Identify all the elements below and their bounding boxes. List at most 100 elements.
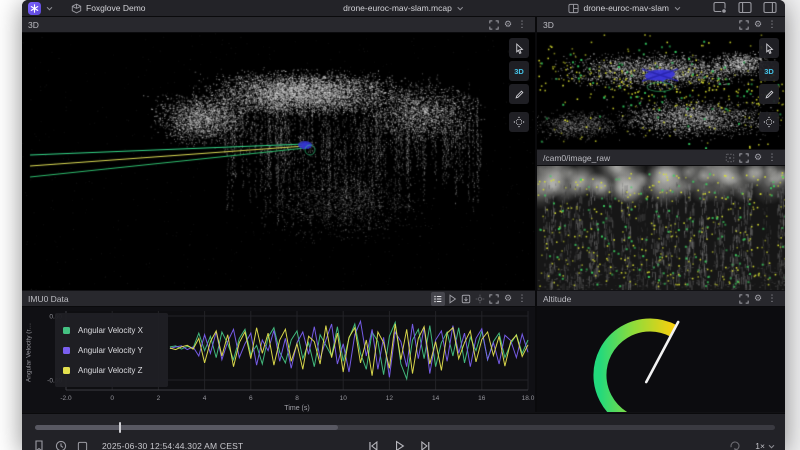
sync-view-button[interactable]	[473, 292, 487, 306]
measure-tool-button[interactable]	[509, 84, 529, 104]
pencil-icon	[764, 89, 775, 100]
fullscreen-button[interactable]	[737, 151, 751, 165]
main-3d-viewport[interactable]: 3D	[22, 33, 535, 290]
svg-text:18.0: 18.0	[522, 395, 535, 402]
settings-gear-icon[interactable]: ⚙	[501, 18, 515, 32]
altitude-panel-header: Altitude ⚙ ⋮	[537, 291, 785, 307]
settings-gear-icon[interactable]: ⚙	[751, 18, 765, 32]
legend-swatch	[63, 327, 70, 334]
column-divider	[535, 17, 537, 412]
svg-text:12: 12	[386, 395, 394, 402]
kebab-menu-icon[interactable]: ⋮	[765, 292, 779, 306]
play-button[interactable]	[391, 438, 408, 450]
svg-text:8: 8	[295, 395, 299, 402]
data-source-selector[interactable]: drone-euroc-mav-slam.mcap	[343, 3, 464, 13]
pencil-icon	[514, 89, 525, 100]
playback-speed-select[interactable]: 1×	[755, 441, 775, 450]
workspace-selector[interactable]: Foxglove Demo	[66, 0, 151, 17]
camera-image-view[interactable]	[537, 166, 785, 290]
right-3d-viewport[interactable]: 3D	[537, 33, 785, 149]
export-image-button[interactable]	[459, 292, 473, 306]
svg-text:14: 14	[432, 395, 440, 402]
repeat-icon	[729, 440, 741, 450]
kebab-menu-icon[interactable]: ⋮	[515, 292, 529, 306]
point-cloud-canvas	[22, 33, 535, 290]
move-camera-icon	[763, 116, 775, 128]
kebab-menu-icon[interactable]: ⋮	[515, 18, 529, 32]
settings-gear-icon[interactable]: ⚙	[751, 151, 765, 165]
camera-image-canvas	[537, 166, 785, 290]
speed-value: 1×	[755, 441, 765, 450]
right-sidebar-toggle[interactable]	[763, 1, 777, 16]
select-tool-button[interactable]	[759, 38, 779, 58]
kebab-menu-icon[interactable]: ⋮	[765, 151, 779, 165]
seek-bar[interactable]	[35, 425, 775, 430]
svg-text:Time (s): Time (s)	[284, 405, 309, 412]
imu-plot-area[interactable]: -2.0024681012141618.00.60-0.60Time (s) A…	[22, 307, 535, 412]
fullscreen-button[interactable]	[487, 292, 501, 306]
legend-swatch	[63, 347, 70, 354]
app-bar: Foxglove Demo drone-euroc-mav-slam.mcap …	[22, 0, 785, 17]
camera-move-button[interactable]	[759, 112, 779, 132]
svg-text:6: 6	[249, 395, 253, 402]
cursor-icon	[764, 43, 775, 54]
panel-title: IMU0 Data	[28, 294, 69, 304]
legend-item[interactable]: Angular Velocity Y	[63, 340, 160, 360]
legend-label: Angular Velocity Y	[78, 346, 143, 355]
foxglove-logo[interactable]	[28, 2, 41, 15]
legend-toggle-button[interactable]	[431, 292, 445, 306]
panel-title: Altitude	[543, 294, 571, 304]
layout-selector[interactable]: drone-euroc-mav-slam	[568, 3, 682, 14]
current-timestamp: 2025-06-30 12:54:44.302 AM CEST	[102, 441, 243, 450]
seek-backward-button[interactable]	[365, 438, 382, 450]
layout-name: drone-euroc-mav-slam	[584, 3, 670, 13]
settings-gear-icon[interactable]: ⚙	[501, 292, 515, 306]
view-mode-toggle[interactable]: 3D	[759, 61, 779, 81]
chevron-down-icon	[46, 6, 53, 11]
kebab-menu-icon[interactable]: ⋮	[765, 18, 779, 32]
skip-back-icon	[367, 440, 379, 450]
add-panel-button[interactable]	[713, 1, 727, 16]
view-mode-toggle[interactable]: 3D	[509, 61, 529, 81]
svg-text:-2.0: -2.0	[60, 395, 72, 402]
svg-text:4: 4	[203, 395, 207, 402]
select-tool-button[interactable]	[509, 38, 529, 58]
app-menu-chevron[interactable]	[41, 0, 58, 17]
play-preview-button[interactable]	[445, 292, 459, 306]
legend-item[interactable]: Angular Velocity Z	[63, 360, 160, 380]
svg-text:2: 2	[157, 395, 161, 402]
loop-region-icon	[77, 441, 88, 450]
seek-forward-button[interactable]	[417, 438, 434, 450]
settings-gear-icon[interactable]: ⚙	[751, 292, 765, 306]
legend-label: Angular Velocity Z	[78, 366, 142, 375]
fullscreen-button[interactable]	[737, 292, 751, 306]
workspace-name: Foxglove Demo	[86, 3, 146, 13]
panel-title: /cam0/image_raw	[543, 153, 610, 163]
panel-title: 3D	[543, 20, 554, 30]
playhead-marker[interactable]	[119, 422, 121, 433]
repeat-button[interactable]	[726, 438, 743, 450]
skip-forward-icon	[419, 440, 431, 450]
seek-loaded-range	[35, 425, 338, 430]
fullscreen-button[interactable]	[737, 18, 751, 32]
time-settings-button[interactable]	[52, 438, 69, 450]
desktop-background: Foxglove Demo drone-euroc-mav-slam.mcap …	[0, 0, 800, 450]
create-event-button[interactable]	[30, 438, 47, 450]
play-icon	[393, 440, 405, 450]
left-sidebar-toggle[interactable]	[738, 1, 752, 16]
chevron-down-icon	[768, 444, 775, 449]
loop-region-button[interactable]	[74, 438, 91, 450]
legend-item[interactable]: Angular Velocity X	[63, 320, 160, 340]
chevron-down-icon	[674, 6, 681, 11]
chevron-down-icon	[457, 6, 464, 11]
svg-text:10: 10	[340, 395, 348, 402]
measure-tool-button[interactable]	[759, 84, 779, 104]
fullscreen-button[interactable]	[487, 18, 501, 32]
panel-title: 3D	[28, 20, 39, 30]
bookmark-icon	[34, 440, 44, 450]
foxglove-window: Foxglove Demo drone-euroc-mav-slam.mcap …	[22, 0, 785, 450]
imu-panel-header: IMU0 Data ⚙ ⋮	[22, 291, 535, 307]
camera-move-button[interactable]	[509, 112, 529, 132]
image-fit-button[interactable]	[723, 151, 737, 165]
right-3d-panel-header: 3D ⚙ ⋮	[537, 17, 785, 33]
